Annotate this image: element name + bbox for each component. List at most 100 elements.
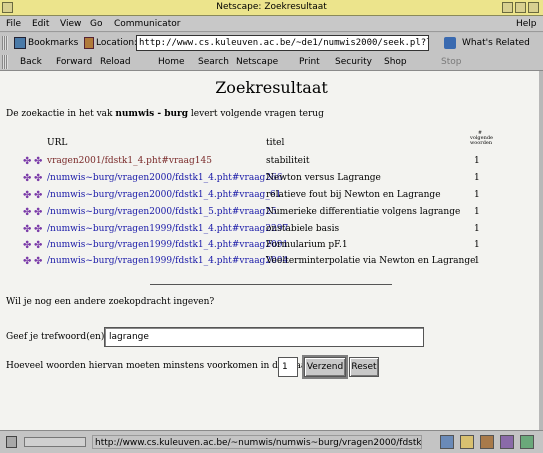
result-score: 1 [474, 240, 480, 250]
toolbar-grip-icon[interactable] [2, 55, 8, 69]
document-icon: ✤ [23, 190, 32, 201]
addressbook-icon[interactable] [520, 435, 534, 449]
column-header-titel: titel [266, 138, 285, 148]
navigator-icon[interactable] [440, 435, 454, 449]
result-link[interactable]: /numwis~burg/vragen1999/fdstk1_4.pht#vra… [47, 240, 288, 250]
bookmarks-button[interactable]: Bookmarks [28, 38, 78, 48]
result-link[interactable]: /numwis~burg/vragen1999/fdstk1_4.pht#vra… [47, 256, 288, 266]
menu-communicator[interactable]: Communicator [114, 19, 180, 29]
status-text: http://www.cs.kuleuven.ac.be/~numwis/num… [92, 435, 422, 449]
location-toolbar: Bookmarks Location: http://www.cs.kuleuv… [0, 33, 543, 53]
window-title: Netscape: Zoekresultaat [216, 2, 327, 12]
column-header-score: # volgende woorden [470, 130, 493, 146]
document-icon: ✤ [23, 224, 32, 235]
document-icon: ✤ [23, 207, 32, 218]
reload-button[interactable]: Reload [100, 57, 131, 67]
page-title: Zoekresultaat [215, 78, 328, 97]
discussions-icon[interactable] [480, 435, 494, 449]
result-score: 1 [474, 224, 480, 234]
bookmarks-icon[interactable] [14, 37, 26, 49]
result-title: stabiliteit [266, 156, 310, 166]
location-input[interactable]: http://www.cs.kuleuven.ac.be/~de1/numwis… [136, 35, 429, 51]
word-count-input[interactable]: 1 [278, 357, 298, 377]
close-icon[interactable] [528, 2, 539, 13]
reset-button[interactable]: Reset [349, 357, 379, 377]
result-score: 1 [474, 207, 480, 217]
search-again-question: Wil je nog een andere zoekopdracht ingev… [6, 297, 215, 307]
result-score: 1 [474, 256, 480, 266]
toolbar-grip-icon[interactable] [2, 36, 8, 50]
result-title: onstabiele basis [266, 224, 340, 234]
table-row: ✤ ✤ /numwis~burg/vragen1999/fdstk1_4.pht… [0, 238, 543, 254]
print-button[interactable]: Print [299, 57, 320, 67]
intro-keyword: numwis - burg [115, 109, 189, 119]
document-icon: ✤ [23, 156, 32, 167]
result-title: relatieve fout bij Newton en Lagrange [266, 190, 441, 200]
security-button[interactable]: Security [335, 57, 372, 67]
result-link[interactable]: vragen2001/fdstk1_4.pht#vraag145 [47, 156, 212, 166]
search-button[interactable]: Search [198, 57, 229, 67]
location-icon[interactable] [84, 37, 94, 49]
keyword-input[interactable]: lagrange [104, 327, 424, 347]
menu-bar: File Edit View Go Communicator Help [0, 16, 543, 32]
table-row: ✤ ✤ vragen2001/fdstk1_4.pht#vraag145 sta… [0, 154, 543, 170]
intro-prefix: De zoekactie in het vak [6, 109, 116, 119]
document-icon: ✤ [23, 240, 32, 251]
divider [150, 284, 392, 285]
whats-related-button[interactable]: What's Related [462, 38, 530, 48]
window-titlebar: Netscape: Zoekresultaat [0, 0, 543, 16]
result-link[interactable]: /numwis~burg/vragen2000/fdstk1_5.pht#vra… [47, 207, 277, 217]
minimize-icon[interactable] [502, 2, 513, 13]
maximize-icon[interactable] [515, 2, 526, 13]
result-score: 1 [474, 190, 480, 200]
document-icon: ✤ [23, 256, 32, 267]
back-button[interactable]: Back [20, 57, 42, 67]
intro-suffix: levert volgende vragen terug [188, 109, 324, 119]
result-score: 1 [474, 156, 480, 166]
table-row: ✤ ✤ /numwis~burg/vragen2000/fdstk1_5.pht… [0, 205, 543, 221]
document-icon: ✤ [34, 256, 43, 267]
result-title: Veelterminterpolatie via Newton en Lagra… [266, 256, 476, 266]
location-label: Location: [96, 38, 138, 48]
result-link[interactable]: /numwis~burg/vragen2000/fdstk1_4.pht#vra… [47, 173, 283, 183]
shop-button[interactable]: Shop [384, 57, 407, 67]
table-row: ✤ ✤ /numwis~burg/vragen1999/fdstk1_4.pht… [0, 254, 543, 270]
progress-bar [24, 437, 86, 447]
page-content: Zoekresultaat De zoekactie in het vak nu… [0, 71, 543, 430]
submit-button[interactable]: Verzend [302, 355, 348, 379]
document-icon: ✤ [34, 224, 43, 235]
forward-button[interactable]: Forward [56, 57, 92, 67]
result-link[interactable]: /numwis~burg/vragen2000/fdstk1_4.pht#vra… [47, 190, 281, 200]
menu-help[interactable]: Help [516, 19, 537, 29]
stop-button[interactable]: Stop [441, 57, 461, 67]
column-header-url: URL [47, 138, 68, 148]
netscape-button[interactable]: Netscape [236, 57, 278, 67]
word-count-label: Hoeveel woorden hiervan moeten minstens … [6, 361, 317, 371]
window-border [539, 71, 543, 430]
menu-go[interactable]: Go [90, 19, 102, 29]
intro-text: De zoekactie in het vak numwis - burg le… [6, 109, 324, 119]
result-link[interactable]: /numwis~burg/vragen1999/fdstk1_4.pht#vra… [47, 224, 288, 234]
whats-related-icon[interactable] [444, 37, 456, 49]
security-lock-icon[interactable] [6, 436, 17, 448]
navigation-toolbar: Back Forward Reload Home Search Netscape… [0, 53, 543, 71]
table-row: ✤ ✤ /numwis~burg/vragen1999/fdstk1_4.pht… [0, 222, 543, 238]
result-title: Formularium pF.1 [266, 240, 348, 250]
result-title: Numerieke differentiatie volgens lagrang… [266, 207, 461, 217]
menu-view[interactable]: View [60, 19, 81, 29]
table-row: ✤ ✤ /numwis~burg/vragen2000/fdstk1_4.pht… [0, 171, 543, 187]
document-icon: ✤ [34, 156, 43, 167]
mail-icon[interactable] [460, 435, 474, 449]
status-bar: http://www.cs.kuleuven.ac.be/~numwis/num… [0, 430, 543, 453]
document-icon: ✤ [34, 207, 43, 218]
menu-file[interactable]: File [6, 19, 21, 29]
composer-icon[interactable] [500, 435, 514, 449]
keyword-label: Geef je trefwoord(en): [6, 332, 108, 342]
home-button[interactable]: Home [158, 57, 185, 67]
result-title: Newton versus Lagrange [266, 173, 381, 183]
table-row: ✤ ✤ /numwis~burg/vragen2000/fdstk1_4.pht… [0, 188, 543, 204]
document-icon: ✤ [34, 190, 43, 201]
menu-edit[interactable]: Edit [32, 19, 49, 29]
document-icon: ✤ [34, 240, 43, 251]
document-icon: ✤ [34, 173, 43, 184]
